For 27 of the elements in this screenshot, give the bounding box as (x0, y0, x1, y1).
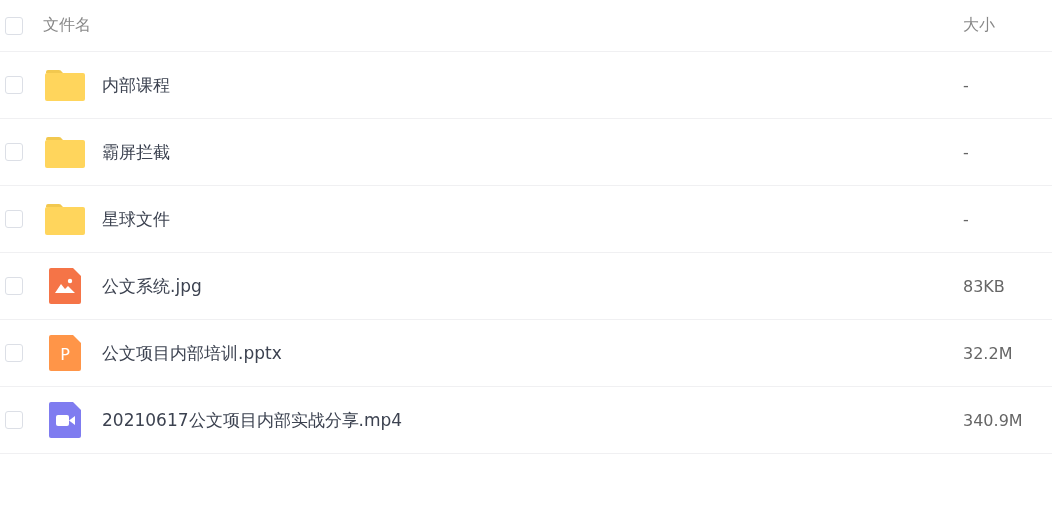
file-name[interactable]: 公文系统.jpg (102, 274, 963, 298)
file-size: - (963, 209, 970, 229)
video-file-icon (49, 402, 81, 438)
image-file-icon (49, 268, 81, 304)
file-name[interactable]: 霸屏拦截 (102, 140, 963, 164)
presentation-file-icon: P (49, 335, 81, 371)
row-checkbox[interactable] (5, 210, 23, 228)
folder-icon (45, 203, 85, 235)
folder-icon (45, 136, 85, 168)
file-size: 32.2M (963, 343, 1014, 363)
folder-icon (45, 69, 85, 101)
row-checkbox[interactable] (5, 143, 23, 161)
select-all-checkbox[interactable] (5, 16, 23, 35)
file-size: - (963, 75, 970, 95)
row-checkbox[interactable] (5, 411, 23, 429)
file-name[interactable]: 内部课程 (102, 73, 963, 97)
file-name[interactable]: 星球文件 (102, 207, 963, 231)
file-name[interactable]: 公文项目内部培训.pptx (102, 341, 963, 365)
row-checkbox[interactable] (5, 344, 23, 362)
file-size: 83KB (963, 276, 1006, 296)
file-size: 340.9M (963, 410, 1024, 430)
size-column-header[interactable]: 大小 (963, 15, 1052, 36)
name-column-header[interactable]: 文件名 (43, 15, 963, 36)
row-checkbox[interactable] (5, 76, 23, 94)
row-checkbox[interactable] (5, 277, 23, 295)
file-name[interactable]: 20210617公文项目内部实战分享.mp4 (102, 408, 963, 432)
file-size: - (963, 142, 970, 162)
